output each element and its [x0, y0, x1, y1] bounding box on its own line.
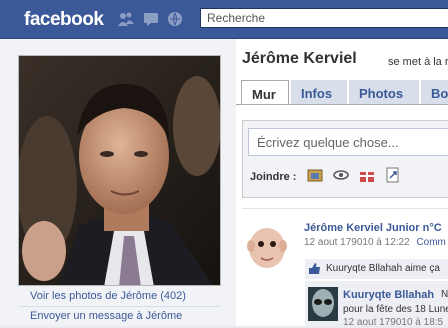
gift-icon[interactable]: [358, 166, 376, 184]
notifications-icon[interactable]: [167, 11, 185, 27]
status-text: se met à la r: [388, 56, 448, 68]
messages-icon[interactable]: [143, 11, 161, 27]
profile-picture[interactable]: [18, 55, 221, 286]
comment-author[interactable]: Kuuryqte Bllahah: [343, 289, 434, 301]
divider: [18, 306, 221, 307]
tab-photos[interactable]: Photos: [349, 80, 419, 104]
comment-text: pour la fête des 18 Lune: [343, 304, 448, 315]
comment-time[interactable]: 12 aout 179010 à 18:5: [343, 317, 443, 328]
like-row: Kuuryqte Bllahah aime ça: [305, 259, 448, 279]
baby-avatar[interactable]: [246, 222, 288, 270]
tab-divider: [236, 104, 448, 105]
view-photos-link[interactable]: Voir les photos de Jérôme (402): [30, 290, 186, 302]
tab-wall[interactable]: Mur: [241, 80, 289, 105]
tab-info[interactable]: Infos: [291, 80, 347, 104]
video-icon[interactable]: [332, 166, 350, 184]
like-text: Kuuryqte Bllahah aime ça: [326, 263, 440, 274]
link-icon[interactable]: [384, 166, 402, 184]
comment-link[interactable]: Comm: [416, 237, 445, 248]
top-bar: facebook Recherche: [0, 0, 448, 39]
attach-label: Joindre :: [250, 171, 297, 183]
like-icon: [308, 262, 321, 278]
tab-more[interactable]: Bo: [421, 80, 448, 104]
friends-icon[interactable]: [117, 11, 135, 27]
post-time[interactable]: 12 aout 179010 à 12:22: [304, 237, 410, 248]
composer-input[interactable]: Écrivez quelque chose...: [248, 128, 448, 156]
comment-text-start: N: [441, 289, 448, 300]
send-message-link[interactable]: Envoyer un message à Jérôme: [30, 310, 182, 322]
post-timestamp: 12 aout 179010 à 12:22 Comm: [304, 237, 446, 248]
divider: [242, 208, 448, 209]
facebook-logo[interactable]: facebook: [24, 9, 104, 31]
profile-name[interactable]: Jérôme Kerviel: [242, 50, 357, 68]
post-author[interactable]: Jérôme Kerviel Junior n°C: [304, 222, 442, 234]
photo-icon[interactable]: [306, 166, 324, 184]
search-input[interactable]: Recherche: [200, 8, 448, 28]
alien-avatar[interactable]: [308, 287, 338, 321]
